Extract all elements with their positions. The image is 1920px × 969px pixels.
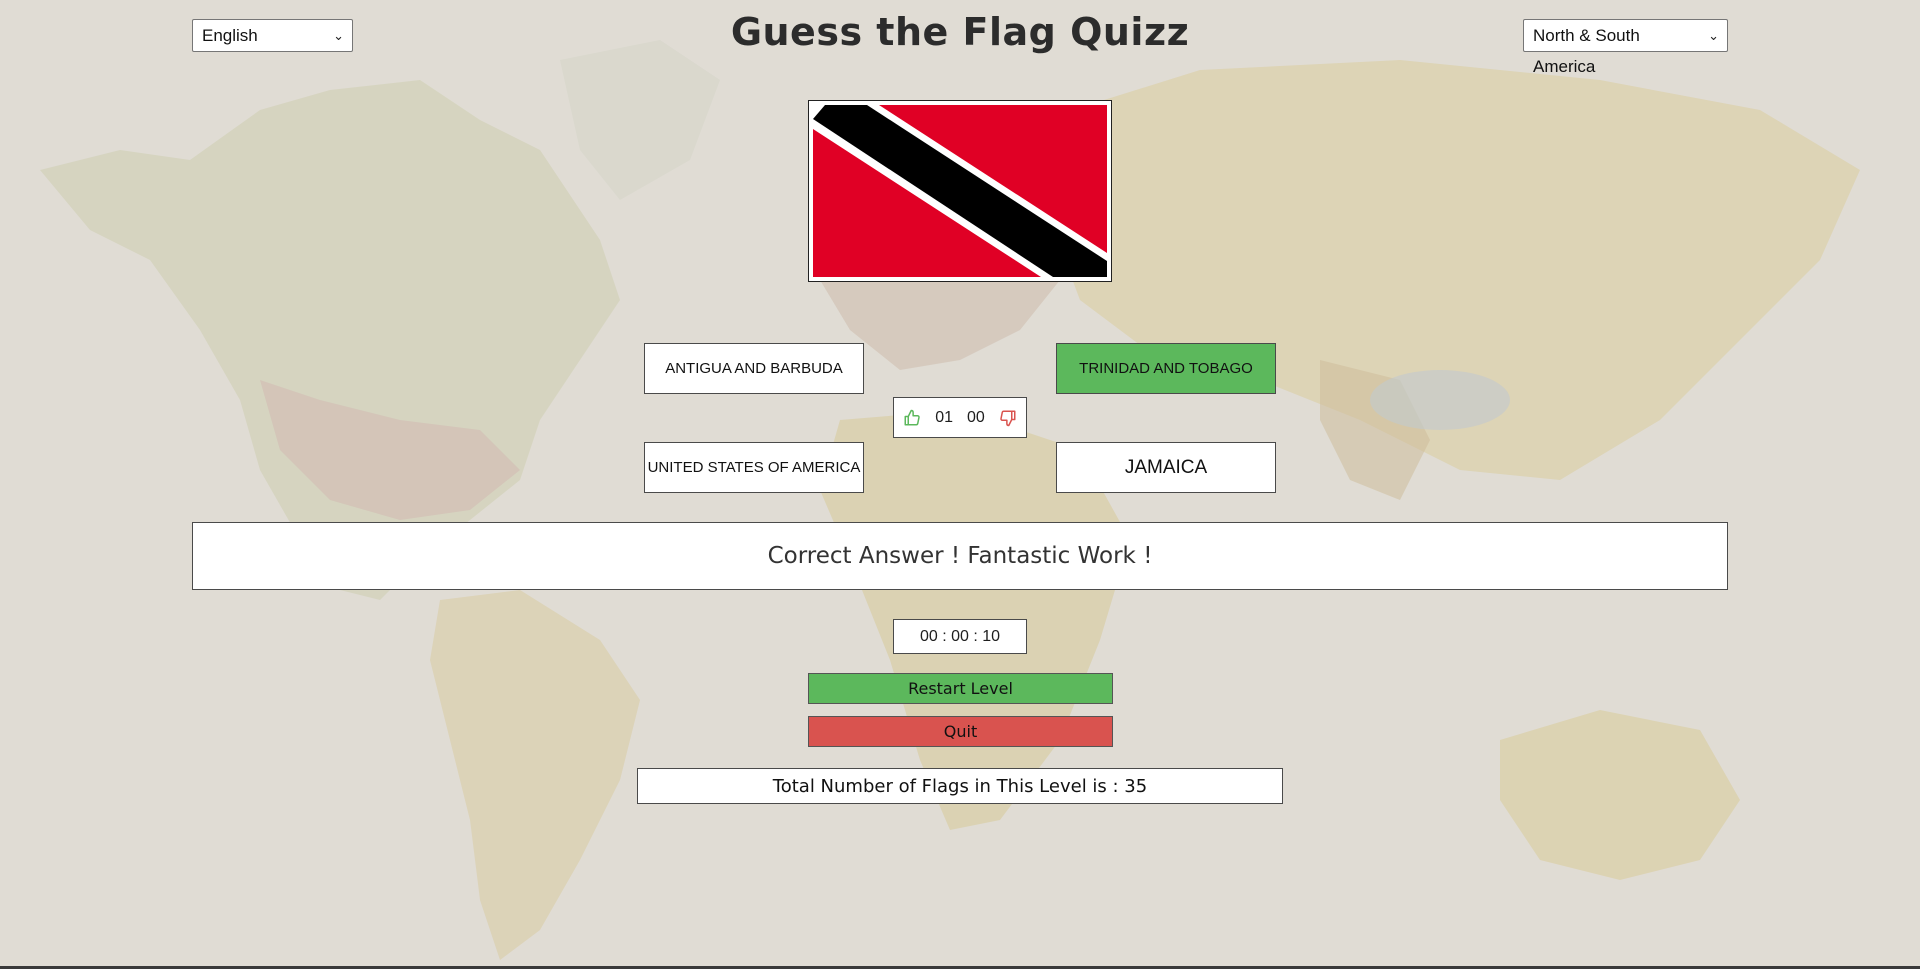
timer-value: 00 : 00 : 10: [919, 627, 1001, 645]
flag-frame: [808, 100, 1112, 282]
trinidad-and-tobago-flag: [813, 105, 1107, 277]
answer-option-3[interactable]: UNITED STATES OF AMERICA: [644, 442, 864, 493]
answer-option-1[interactable]: ANTIGUA AND BARBUDA: [644, 343, 864, 394]
feedback-message: Correct Answer ! Fantastic Work !: [192, 522, 1728, 590]
restart-level-button[interactable]: Restart Level: [808, 673, 1113, 704]
restart-level-label: Restart Level: [908, 679, 1013, 698]
answer-label: TRINIDAD AND TOBAGO: [1079, 360, 1253, 377]
answer-option-2[interactable]: TRINIDAD AND TOBAGO: [1056, 343, 1276, 394]
region-select[interactable]: North & South America ⌄: [1523, 19, 1728, 76]
answer-option-4[interactable]: JAMAICA: [1056, 442, 1276, 493]
answer-label: UNITED STATES OF AMERICA: [647, 459, 861, 476]
thumbs-down-icon: [1000, 410, 1016, 426]
quit-button[interactable]: Quit: [808, 716, 1113, 747]
wrong-count: 00: [967, 408, 985, 426]
timer: 00 : 00 : 10: [893, 619, 1027, 654]
score-box: 01 00: [893, 397, 1027, 438]
total-flags-info: Total Number of Flags in This Level is :…: [637, 768, 1283, 804]
total-flags-text: Total Number of Flags in This Level is :…: [772, 775, 1148, 797]
chevron-down-icon: ⌄: [1708, 28, 1719, 43]
feedback-message-text: Correct Answer ! Fantastic Work !: [767, 543, 1153, 569]
quit-label: Quit: [943, 722, 978, 741]
correct-count: 01: [935, 408, 953, 426]
answer-label: ANTIGUA AND BARBUDA: [665, 360, 843, 377]
answer-label: JAMAICA: [1124, 456, 1208, 478]
thumbs-up-icon: [904, 409, 920, 425]
